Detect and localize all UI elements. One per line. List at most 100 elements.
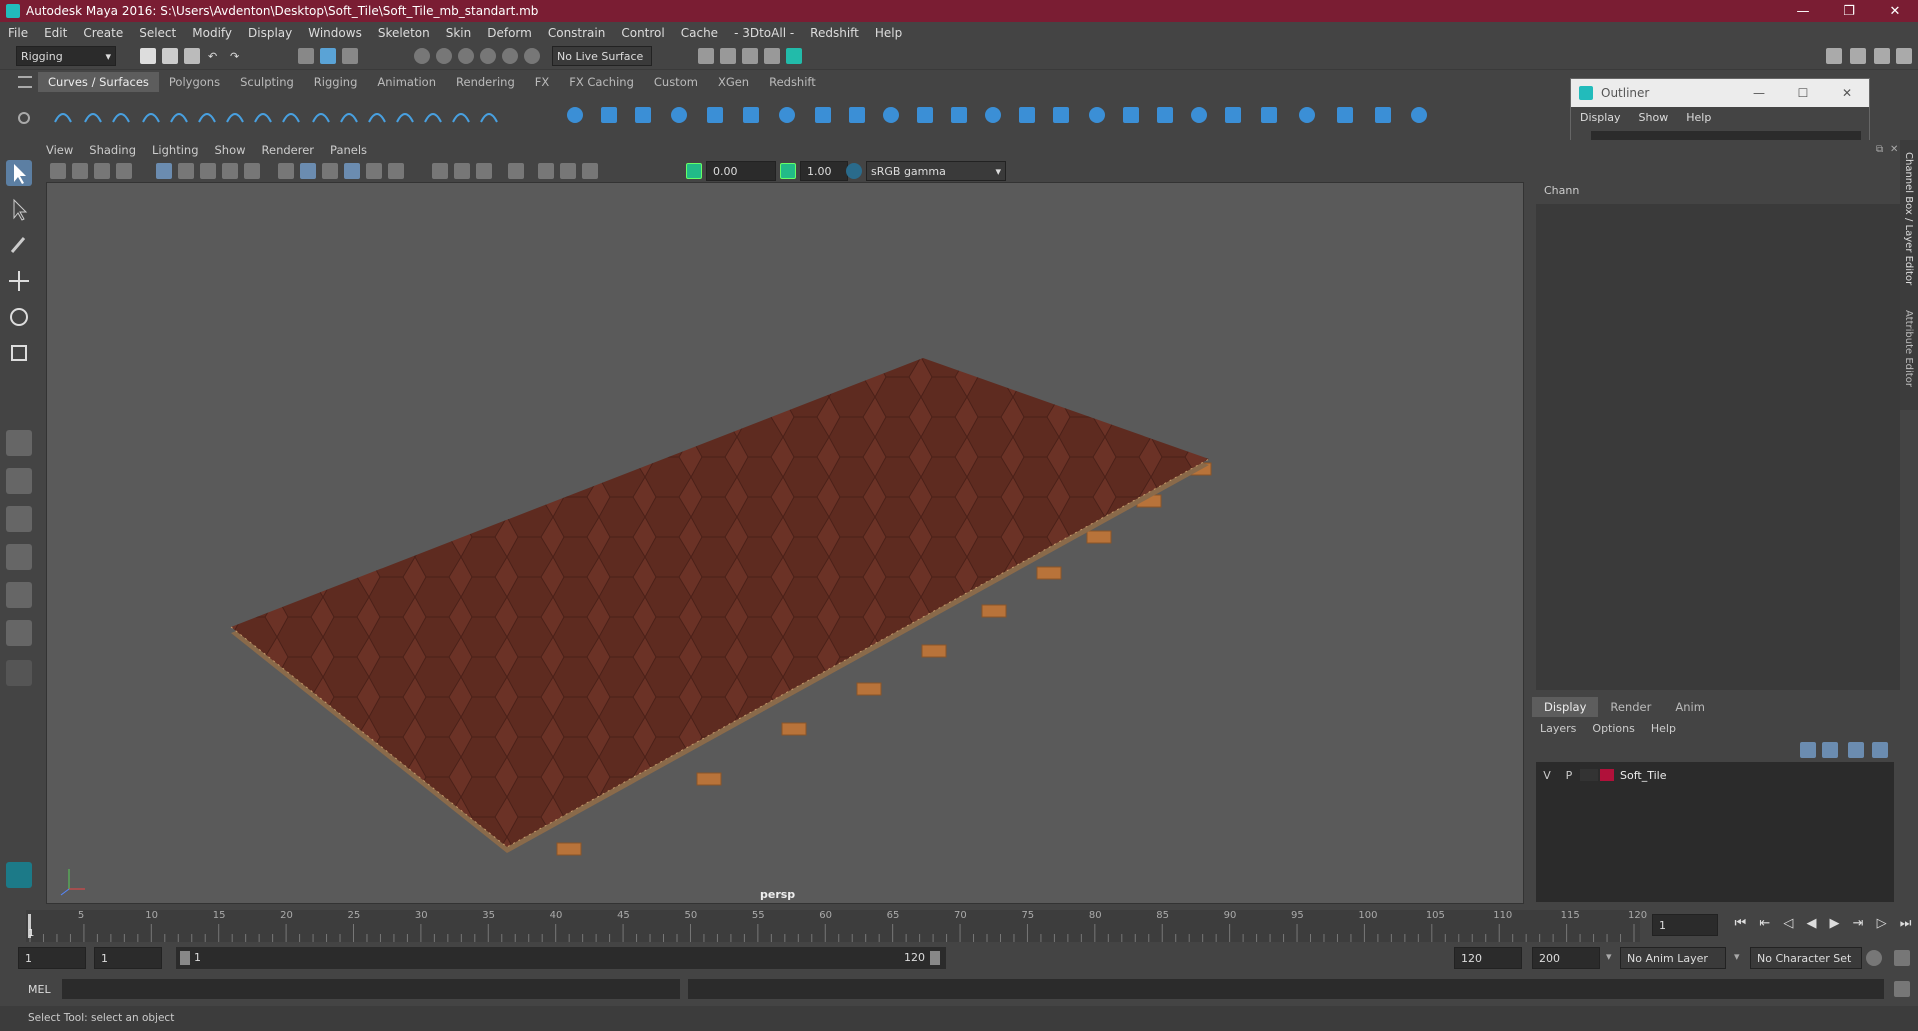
channel-box-toggle-icon[interactable] xyxy=(1896,48,1912,64)
move-tool-icon[interactable] xyxy=(6,268,32,294)
anim-layer-field[interactable]: No Anim Layer xyxy=(1620,947,1726,969)
anim-layer-menu-icon[interactable]: ▾ xyxy=(1606,950,1612,963)
textured-icon[interactable] xyxy=(344,163,360,179)
outliner-persp-layout-icon[interactable] xyxy=(6,582,32,608)
grid-toggle-icon[interactable] xyxy=(156,163,172,179)
toggle-panels-icon[interactable] xyxy=(1850,48,1866,64)
panel-float-icon[interactable]: ⧉ xyxy=(1876,144,1883,155)
layer-menu-layers[interactable]: Layers xyxy=(1532,722,1584,735)
layer-row[interactable]: V P Soft_Tile xyxy=(1536,766,1892,784)
smooth-shade-icon[interactable] xyxy=(300,163,316,179)
outliner-menu-help[interactable]: Help xyxy=(1677,111,1720,124)
snap-live-icon[interactable] xyxy=(524,48,540,64)
play-forward-icon[interactable]: ▶ xyxy=(1830,916,1840,936)
shelf-tab-rendering[interactable]: Rendering xyxy=(446,72,525,92)
motion-blur-icon[interactable] xyxy=(454,163,470,179)
cone-icon[interactable] xyxy=(668,104,690,126)
viewport-menu-view[interactable]: View xyxy=(38,143,81,157)
arc-icon[interactable] xyxy=(224,104,246,126)
scale-tool-icon[interactable] xyxy=(6,340,32,366)
time-slider[interactable]: 5 10 15 20 25 30 35 40 45 50 55 60 65 70 75 80 85 90 95 100… xyxy=(26,910,1647,942)
planar-icon[interactable] xyxy=(1154,104,1176,126)
open-scene-icon[interactable] xyxy=(162,48,178,64)
sphere-2-icon[interactable] xyxy=(1016,104,1038,126)
menu-deform[interactable]: Deform xyxy=(479,26,540,40)
xray-components-icon[interactable] xyxy=(582,163,598,179)
exposure-icon[interactable] xyxy=(686,163,702,179)
extrude-icon[interactable] xyxy=(1188,104,1210,126)
move-layer-down-icon[interactable] xyxy=(1822,742,1838,758)
persp-graph-layout-icon[interactable] xyxy=(6,544,32,570)
pyramid-icon[interactable] xyxy=(880,104,902,126)
shelf-tab-sculpting[interactable]: Sculpting xyxy=(230,72,304,92)
hypershade-icon[interactable] xyxy=(786,48,802,64)
menu-constrain[interactable]: Constrain xyxy=(540,26,614,40)
snap-curve-icon[interactable] xyxy=(436,48,452,64)
four-view-layout-icon[interactable] xyxy=(6,468,32,494)
side-by-side-layout-icon[interactable] xyxy=(6,506,32,532)
menu-3dtoall[interactable]: - 3DtoAll - xyxy=(726,26,802,40)
shelf-tab-redshift[interactable]: Redshift xyxy=(759,72,826,92)
menu-edit[interactable]: Edit xyxy=(36,26,75,40)
shelf-tab-curves-surfaces[interactable]: Curves / Surfaces xyxy=(38,72,159,92)
curve-6-icon[interactable] xyxy=(394,104,416,126)
prism-icon[interactable] xyxy=(914,104,936,126)
color-management-icon[interactable] xyxy=(846,163,862,179)
outliner-menu-display[interactable]: Display xyxy=(1571,111,1630,124)
shelf-settings-icon[interactable] xyxy=(18,112,30,124)
curve-8-icon[interactable] xyxy=(450,104,472,126)
plane-icon[interactable] xyxy=(704,104,726,126)
auto-key-icon[interactable] xyxy=(1866,950,1882,966)
superellipse-icon[interactable] xyxy=(982,104,1004,126)
save-scene-icon[interactable] xyxy=(184,48,200,64)
layer-menu-options[interactable]: Options xyxy=(1584,722,1642,735)
curve-2-icon[interactable] xyxy=(280,104,302,126)
shelf-tab-custom[interactable]: Custom xyxy=(644,72,708,92)
viewport-menu-lighting[interactable]: Lighting xyxy=(144,143,206,157)
platonic-icon[interactable] xyxy=(846,104,868,126)
curve-7-icon[interactable] xyxy=(422,104,444,126)
outliner-maximize-icon[interactable]: ☐ xyxy=(1781,86,1825,100)
gamma-field[interactable]: 1.00 xyxy=(800,161,848,181)
shelf-tab-polygons[interactable]: Polygons xyxy=(159,72,230,92)
shelf-menu-icon[interactable] xyxy=(18,76,32,88)
helix-icon[interactable] xyxy=(776,104,798,126)
menu-cache[interactable]: Cache xyxy=(673,26,726,40)
current-frame-field[interactable]: 1 xyxy=(1652,914,1718,936)
render-settings-icon[interactable] xyxy=(764,48,780,64)
loft-icon[interactable] xyxy=(1086,104,1108,126)
new-scene-icon[interactable] xyxy=(140,48,156,64)
color-space-dropdown[interactable]: sRGB gamma ▾ xyxy=(866,161,1006,181)
camera-select-icon[interactable] xyxy=(50,163,66,179)
menu-windows[interactable]: Windows xyxy=(300,26,370,40)
attribute-editor-side-tab[interactable]: Attribute Editor xyxy=(1903,310,1914,387)
live-surface-field[interactable]: No Live Surface xyxy=(552,46,652,66)
character-set-field[interactable]: No Character Set xyxy=(1750,947,1862,969)
cube-icon[interactable] xyxy=(598,104,620,126)
menu-file[interactable]: File xyxy=(0,26,36,40)
viewport-menu-shading[interactable]: Shading xyxy=(81,143,144,157)
step-forward-frame-icon[interactable]: ▷ xyxy=(1877,916,1887,936)
undo-icon[interactable]: ↶ xyxy=(208,50,224,66)
pencil-curve-icon[interactable] xyxy=(168,104,190,126)
panel-close-icon[interactable]: ✕ xyxy=(1890,144,1898,155)
camera-attributes-icon[interactable] xyxy=(72,163,88,179)
film-gate-icon[interactable] xyxy=(178,163,194,179)
shelf-tab-rigging[interactable]: Rigging xyxy=(304,72,368,92)
bezier-icon[interactable] xyxy=(196,104,218,126)
workspace-icon[interactable] xyxy=(1826,48,1842,64)
select-component-icon[interactable] xyxy=(342,48,358,64)
range-end-handle[interactable] xyxy=(930,951,940,965)
outliner-menu-show[interactable]: Show xyxy=(1630,111,1678,124)
birail-icon[interactable] xyxy=(1258,104,1280,126)
render-view-icon[interactable] xyxy=(698,48,714,64)
select-tool-icon[interactable] xyxy=(6,160,32,186)
shelf-tab-animation[interactable]: Animation xyxy=(367,72,446,92)
ipr-render-icon[interactable] xyxy=(742,48,758,64)
curve-9-icon[interactable] xyxy=(478,104,500,126)
sculpt-icon[interactable] xyxy=(1408,104,1430,126)
circle-icon[interactable] xyxy=(52,104,74,126)
viewport-menu-renderer[interactable]: Renderer xyxy=(254,143,323,157)
menu-help[interactable]: Help xyxy=(867,26,910,40)
field-chart-icon[interactable] xyxy=(244,163,260,179)
